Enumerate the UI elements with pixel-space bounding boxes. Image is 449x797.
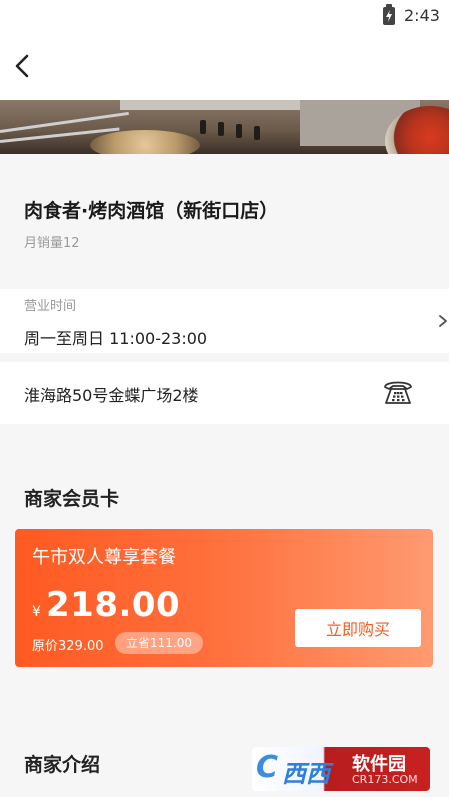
package-price: 218.00 [46,585,181,625]
nav-bar [0,32,449,100]
member-card[interactable]: 午市双人尊享套餐 ¥ 218.00 原价329.00 立省111.00 立即购买 [15,529,433,667]
shop-banner-image [0,100,449,154]
business-hours-value: 周一至周日 11:00-23:00 [24,329,208,348]
currency-symbol: ¥ [32,604,41,620]
watermark-c-glyph: C [256,750,279,785]
back-arrow-icon[interactable] [12,52,34,80]
business-hours-label: 营业时间 [24,299,77,314]
telephone-icon[interactable] [382,377,414,407]
watermark-logo-text: 西西 [282,760,330,788]
chevron-right-icon [439,315,447,327]
save-badge: 立省111.00 [115,632,203,654]
address-row: 淮海路50号金蝶广场2楼 [0,362,449,424]
shop-name: 肉食者·烤肉酒馆（新街口店） [24,200,279,222]
status-time: 2:43 [404,6,440,25]
monthly-sales: 月销量12 [24,236,80,251]
shop-intro-section-title: 商家介绍 [24,754,101,776]
address-text: 淮海路50号金蝶广场2楼 [24,386,199,405]
package-name: 午市双人尊享套餐 [32,547,176,568]
watermark-logo: C 西西 软件园 CR173.COM [252,747,430,791]
watermark-sub-text: CR173.COM [352,773,418,786]
battery-charging-icon [383,4,395,25]
buy-now-button[interactable]: 立即购买 [295,609,421,647]
business-hours-row[interactable]: 营业时间 周一至周日 11:00-23:00 [0,289,449,353]
member-card-section-title: 商家会员卡 [24,488,120,510]
original-price: 原价329.00 [32,639,104,654]
status-bar: 2:43 [0,0,449,32]
